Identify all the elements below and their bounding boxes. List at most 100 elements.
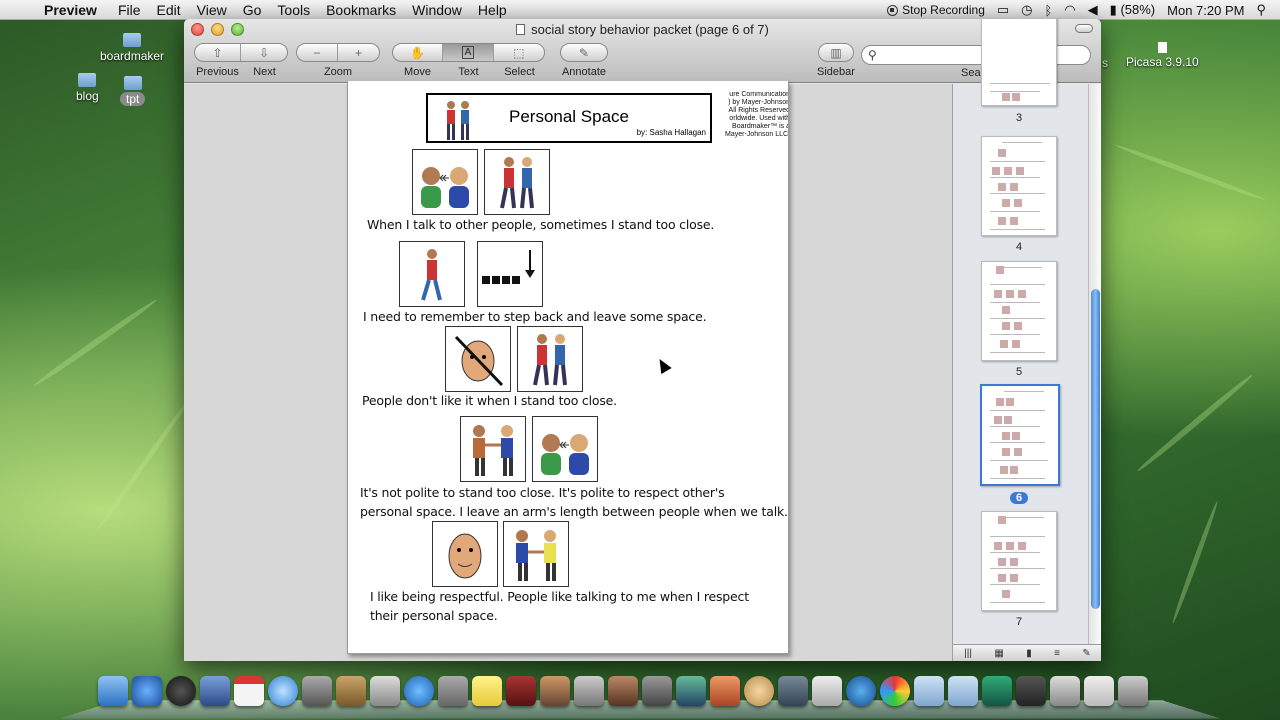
thumbnail-page-5[interactable] <box>981 261 1057 361</box>
display-icon[interactable]: ▭ <box>997 2 1009 18</box>
picture-card-no-face <box>445 326 511 392</box>
battery-status[interactable]: ▮ (58%) <box>1110 2 1155 18</box>
two-people-icon <box>500 157 534 209</box>
menu-clock[interactable]: Mon 7:20 PM <box>1167 3 1244 18</box>
thumbnail-label-5: 5 <box>1015 366 1023 378</box>
scrollbar-thumb[interactable] <box>1091 289 1100 609</box>
preview-icon[interactable] <box>370 676 400 706</box>
annotate-label: Annotate <box>561 66 607 78</box>
calendar-icon[interactable] <box>234 676 264 706</box>
next-button[interactable]: ⇩ <box>241 44 287 61</box>
system-preferences-icon[interactable] <box>642 676 672 706</box>
stickies-icon[interactable] <box>472 676 502 706</box>
menu-view[interactable]: View <box>189 2 235 18</box>
activity-monitor-icon[interactable] <box>676 676 706 706</box>
safari-icon[interactable] <box>268 676 298 706</box>
menu-bookmarks[interactable]: Bookmarks <box>318 2 404 18</box>
picture-card-walking <box>399 241 465 307</box>
address-book-icon[interactable] <box>336 676 366 706</box>
text-cursor-icon: A <box>461 46 475 59</box>
dashboard-icon[interactable] <box>166 676 196 706</box>
select-tool-button[interactable]: ⬚ <box>494 44 544 61</box>
menu-help[interactable]: Help <box>470 2 515 18</box>
thumbnail-view-icon[interactable]: ▮ <box>1026 648 1032 659</box>
thumbnail-page-7[interactable] <box>981 511 1057 611</box>
menu-file[interactable]: File <box>110 2 149 18</box>
boardmaker-icon[interactable] <box>744 676 774 706</box>
menu-go[interactable]: Go <box>235 2 270 18</box>
minimized-window-icon-2[interactable] <box>1050 676 1080 706</box>
mission-control-icon[interactable] <box>200 676 230 706</box>
handshake-icon <box>516 530 556 581</box>
people-talking-icon <box>541 434 589 475</box>
time-machine-icon[interactable]: ◷ <box>1021 2 1032 18</box>
quicktime-icon[interactable] <box>846 676 876 706</box>
move-tool-button[interactable]: ✋ <box>393 44 444 61</box>
menu-window[interactable]: Window <box>404 2 470 18</box>
select-label: Select <box>504 66 535 78</box>
app-store-icon[interactable] <box>132 676 162 706</box>
keynote-icon[interactable] <box>710 676 740 706</box>
calculator-icon[interactable] <box>438 676 468 706</box>
desktop-icon-picasa[interactable]: Picasa 3.9.10 <box>1126 42 1199 69</box>
stop-recording-item[interactable]: Stop Recording <box>887 3 985 17</box>
minimized-window-icon[interactable] <box>1016 676 1046 706</box>
zoom-out-button[interactable]: − <box>297 44 339 61</box>
toolbar-toggle-button[interactable] <box>1075 24 1093 33</box>
picasa-icon[interactable] <box>880 676 910 706</box>
screen-recording-icon[interactable] <box>982 676 1012 706</box>
spotlight-icon[interactable]: ⚲ <box>1256 2 1266 18</box>
search-icon: ⚲ <box>868 48 877 62</box>
picture-card-talking-2 <box>532 416 598 482</box>
desktop-icon-blog[interactable]: blog <box>76 73 99 103</box>
itunes-icon[interactable] <box>404 676 434 706</box>
desktop-icon-tpt[interactable]: tpt <box>120 76 146 106</box>
photo-booth-icon[interactable] <box>506 676 536 706</box>
desktop-icon-boardmaker[interactable]: boardmaker <box>100 33 164 63</box>
dock-icons <box>98 676 1148 706</box>
sidebar-button[interactable]: ▥ <box>819 44 853 61</box>
facetime-icon[interactable] <box>302 676 332 706</box>
caption-1: When I talk to other people, sometimes I… <box>367 217 715 232</box>
grapher-icon[interactable] <box>778 676 808 706</box>
thumbnail-page-4[interactable] <box>981 136 1057 236</box>
annotate-button[interactable]: ✎ <box>561 44 607 61</box>
previous-button[interactable]: ⇧ <box>195 44 242 61</box>
text-tool-button[interactable]: A <box>443 44 494 61</box>
pdf-page: Personal Space by: Sasha Hallagan ure Co… <box>347 81 789 654</box>
document-icon <box>516 24 526 35</box>
garageband-icon[interactable] <box>608 676 638 706</box>
people-talking-icon <box>421 167 469 208</box>
wifi-icon[interactable]: ◠ <box>1064 2 1075 18</box>
volume-icon[interactable]: ◀ <box>1088 2 1098 18</box>
menu-tools[interactable]: Tools <box>269 2 318 18</box>
trash-icon[interactable] <box>1118 676 1148 706</box>
sidebar-scrollbar[interactable] <box>1088 84 1101 644</box>
grid-view-icon[interactable]: ▦ <box>994 648 1003 659</box>
applications-folder-icon[interactable] <box>914 676 944 706</box>
bluetooth-icon[interactable]: ᛒ <box>1045 3 1053 18</box>
documents-folder-icon[interactable] <box>948 676 978 706</box>
thumbnail-size-icon[interactable]: ||| <box>964 648 972 659</box>
thumbnail-page-3[interactable] <box>981 19 1057 106</box>
marquee-icon: ⬚ <box>513 45 525 60</box>
edit-icon[interactable]: ✎ <box>1082 648 1090 659</box>
window-toolbar: social story behavior packet (page 6 of … <box>184 19 1101 83</box>
list-view-icon[interactable]: ≡ <box>1054 648 1060 659</box>
arrow-up-icon: ⇧ <box>212 45 223 60</box>
preview-window: social story behavior packet (page 6 of … <box>184 19 1101 661</box>
thumbnail-page-6[interactable] <box>980 384 1060 486</box>
imovie-icon[interactable] <box>574 676 604 706</box>
folder-icon <box>123 76 142 90</box>
zoom-in-button[interactable]: + <box>338 44 379 61</box>
finder-icon[interactable] <box>98 676 128 706</box>
person-walking-icon <box>421 249 442 301</box>
menu-edit[interactable]: Edit <box>149 2 189 18</box>
minimized-window-icon-3[interactable] <box>1084 676 1114 706</box>
iphoto-icon[interactable] <box>540 676 570 706</box>
menu-app[interactable]: Preview <box>36 2 110 18</box>
textedit-icon[interactable] <box>812 676 842 706</box>
sidebar-icon: ▥ <box>830 45 842 60</box>
document-view[interactable]: Personal Space by: Sasha Hallagan ure Co… <box>184 81 952 661</box>
pencil-icon: ✎ <box>578 45 590 60</box>
